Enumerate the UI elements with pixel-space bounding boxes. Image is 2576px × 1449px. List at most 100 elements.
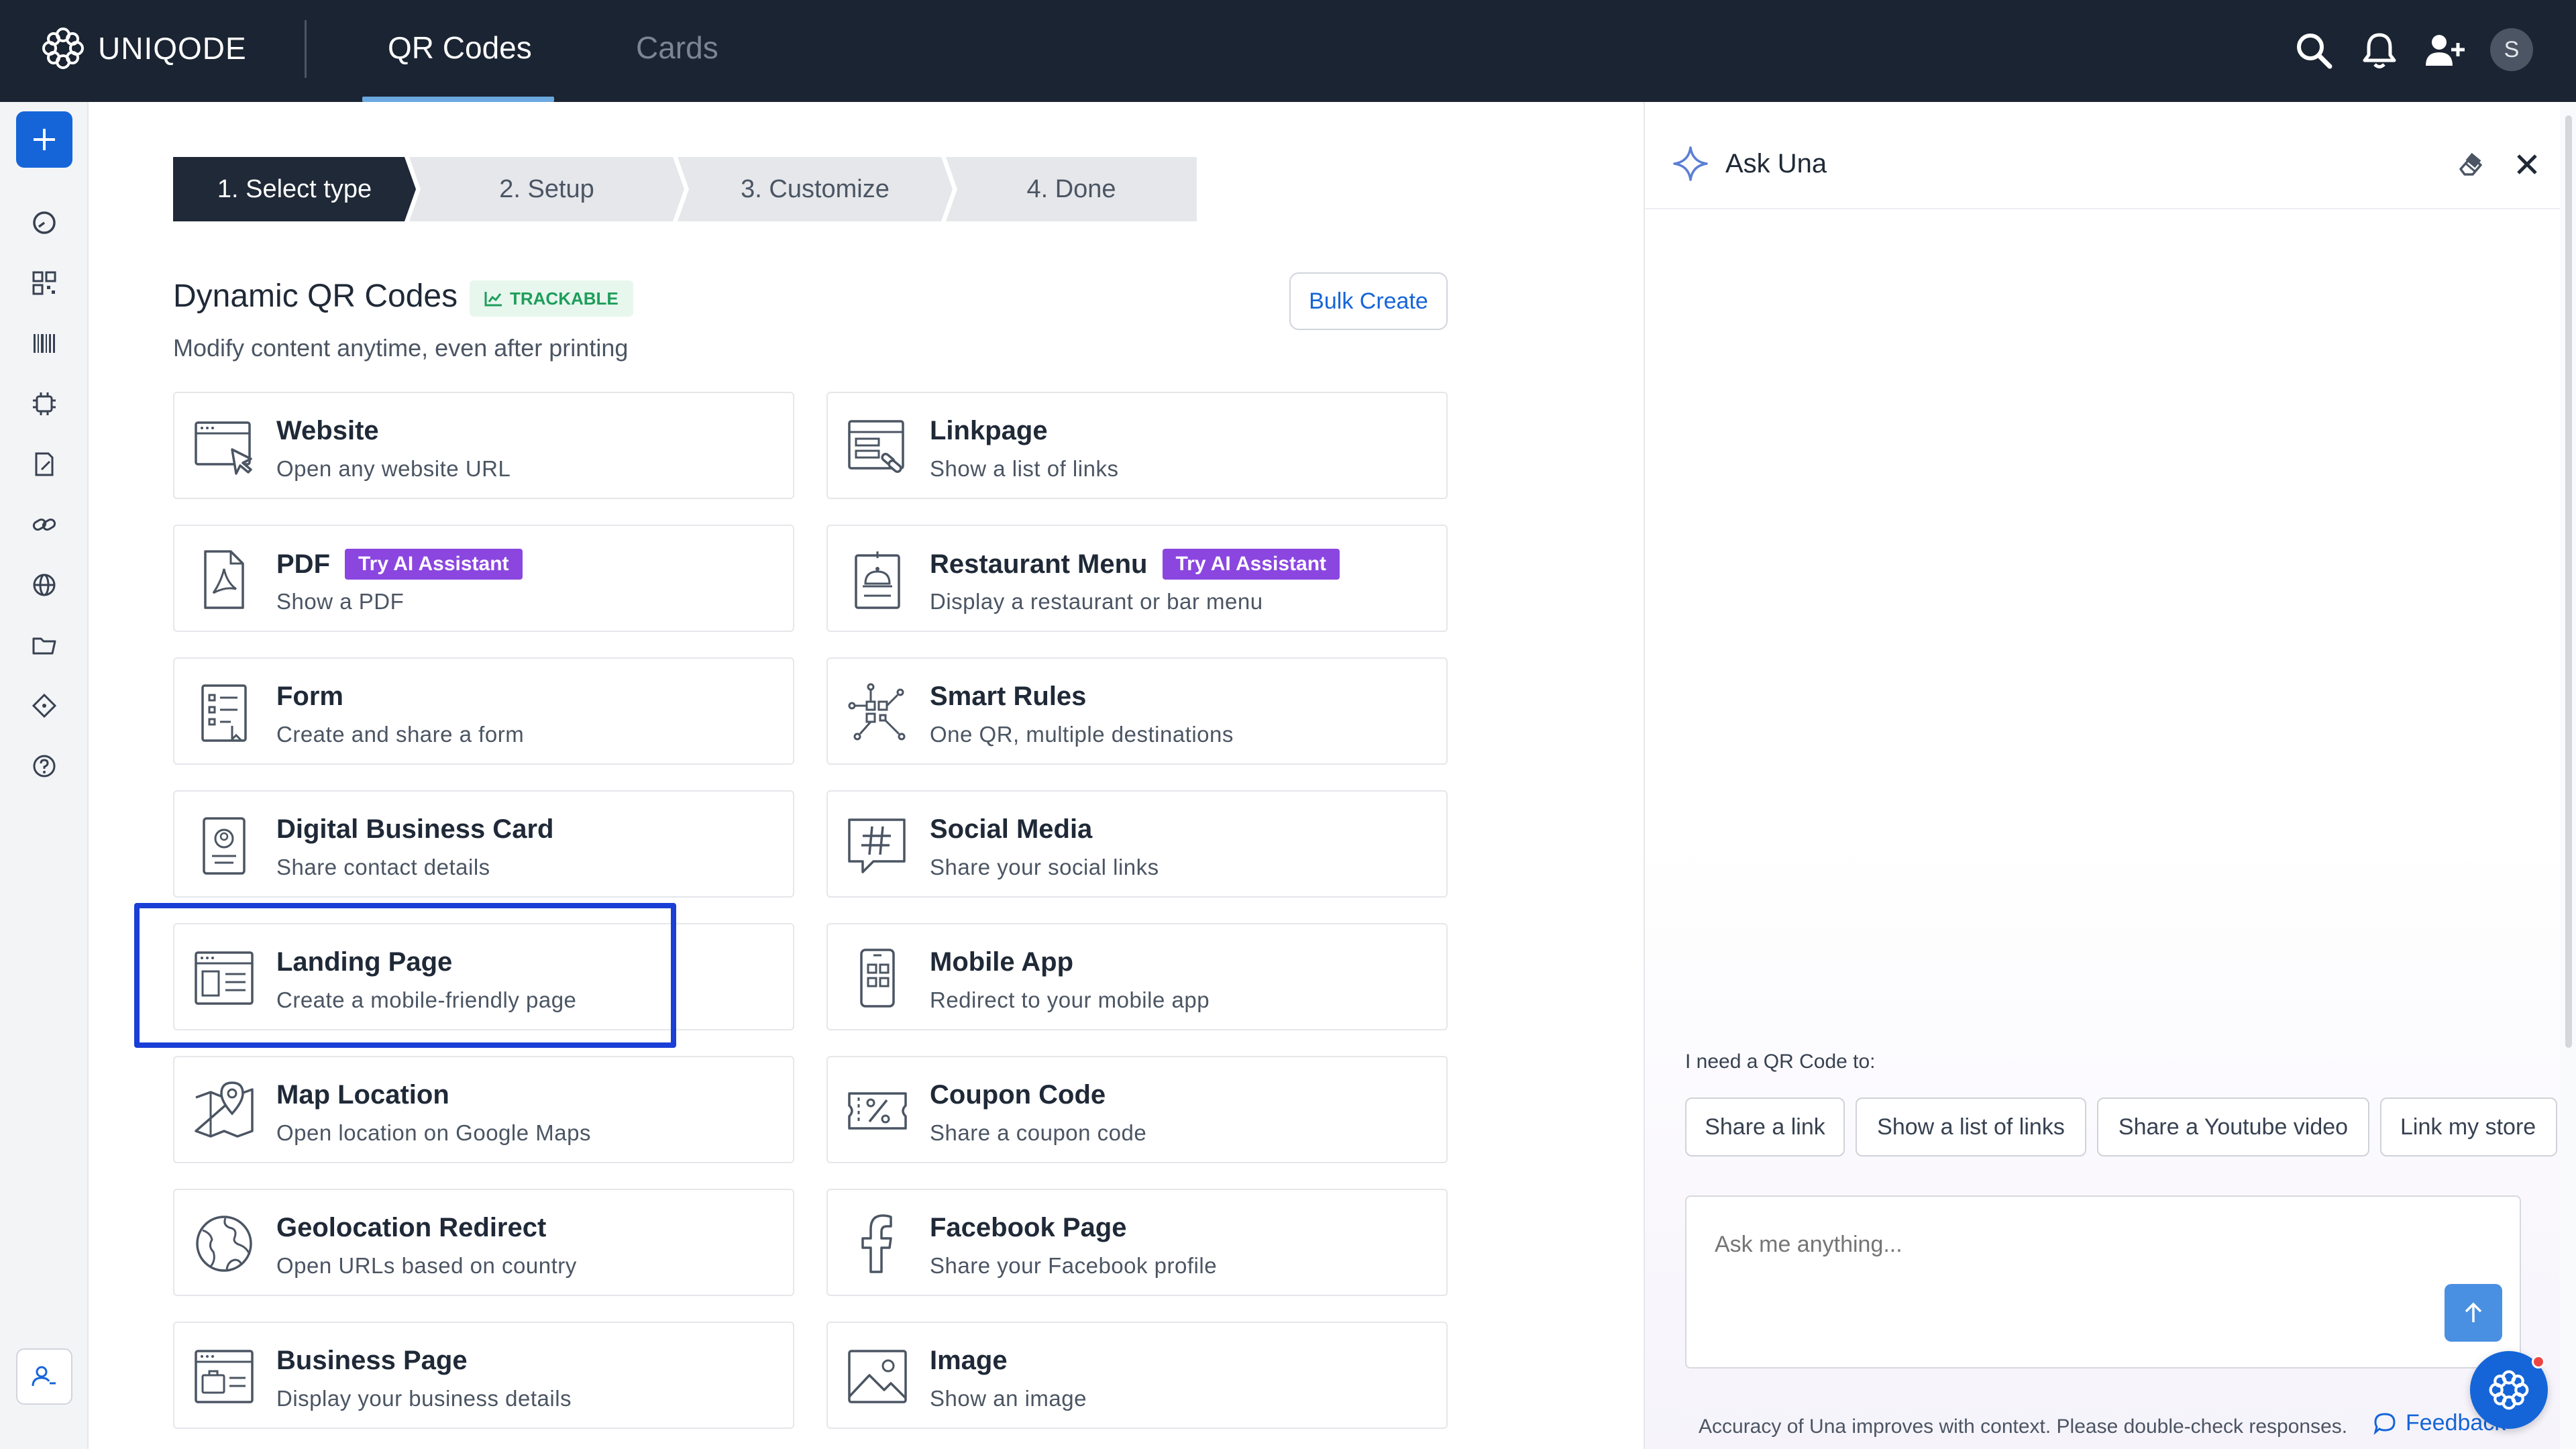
accuracy-disclaimer: Accuracy of Una improves with context. P… [1699,1415,2348,1438]
business-card-icon [203,817,246,875]
card-title: Facebook Page [930,1213,1127,1242]
qr-type-card-form[interactable]: Form Create and share a form [173,657,794,765]
folder-icon [32,637,56,655]
qr-type-card-restaurant-menu[interactable]: Restaurant Menu Try AI Assistant Display … [826,525,1448,632]
qr-type-card-linkpage[interactable]: Linkpage Show a list of links [826,392,1448,499]
card-title: Form [276,682,343,711]
send-button[interactable] [2445,1284,2502,1342]
edit-doc-icon [35,452,54,476]
qr-type-card-coupon-code[interactable]: Coupon Code Share a coupon code [826,1056,1448,1163]
business-page-icon [195,1350,254,1403]
qr-type-card-image[interactable]: Image Show an image [826,1322,1448,1429]
una-launcher-button[interactable] [2470,1351,2548,1429]
bulk-create-button[interactable]: Bulk Create [1289,272,1448,330]
bell-icon [2363,33,2396,68]
trackable-badge: TRACKABLE [470,280,633,317]
active-tab-indicator [362,97,554,102]
sidebar-item-tags[interactable] [28,690,60,722]
card-title: Restaurant Menu [930,549,1148,579]
ask-input-box[interactable] [1685,1195,2521,1368]
card-description: Create and share a form [276,722,525,747]
card-description: Create a mobile-friendly page [276,987,577,1012]
ai-chip-icon [33,392,56,415]
step-customize[interactable]: 3. Customize [678,157,953,221]
sidebar-item-domains[interactable] [28,569,60,601]
user-settings-icon [32,1366,56,1387]
pdf-icon [204,550,244,609]
sidebar-item-account[interactable] [16,1348,72,1405]
card-title: Geolocation Redirect [276,1213,547,1242]
user-avatar[interactable]: S [2490,28,2533,71]
add-user-icon [2426,35,2465,66]
qr-type-card-landing-page[interactable]: Landing Page Create a mobile-friendly pa… [173,923,794,1030]
step-select-type[interactable]: 1. Select type [173,157,416,221]
section-title: Dynamic QR Codes [173,278,458,314]
search-icon [2297,34,2332,69]
section-subtitle: Modify content anytime, even after print… [173,334,629,362]
panel-scrollbar-thumb[interactable] [2565,115,2572,1048]
try-ai-assistant-badge[interactable]: Try AI Assistant [345,549,523,580]
mobile-app-icon [860,949,895,1008]
suggestion-chip[interactable]: Share a Youtube video [2097,1097,2369,1157]
qr-type-card-digital-business-card[interactable]: Digital Business Card Share contact deta… [173,790,794,898]
suggestion-chip[interactable]: Share a link [1685,1097,1845,1157]
card-title: Digital Business Card [276,814,554,844]
uniqode-logo-icon [2489,1370,2529,1410]
chat-bubble-icon [2373,1412,2396,1435]
step-done[interactable]: 4. Done [946,157,1197,221]
suggestion-chip[interactable]: Link my store [2380,1097,2557,1157]
suggestion-chip[interactable]: Show a list of links [1856,1097,2086,1157]
link-icon [32,519,56,531]
qr-type-card-facebook-page[interactable]: Facebook Page Share your Facebook profil… [826,1189,1448,1296]
sidebar-item-dashboard[interactable] [28,207,60,239]
tab-qr-codes[interactable]: QR Codes [388,30,532,66]
sidebar-item-barcodes[interactable] [28,327,60,360]
sidebar-item-folders[interactable] [28,629,60,661]
sidebar-item-links[interactable] [28,508,60,541]
top-navigation-bar: UNIQODE QR Codes Cards S [0,0,2576,102]
invite-user-button[interactable] [2423,28,2467,72]
card-title: Landing Page [276,947,453,977]
sidebar-item-templates[interactable] [28,448,60,480]
qr-type-card-map-location[interactable]: Map Location Open location on Google Map… [173,1056,794,1163]
plus-icon [34,129,55,150]
brand-logo[interactable]: UNIQODE [40,25,247,71]
arrow-up-icon [2465,1302,2482,1322]
qr-type-card-social-media[interactable]: Social Media Share your social links [826,790,1448,898]
qr-type-card-mobile-app[interactable]: Mobile App Redirect to your mobile app [826,923,1448,1030]
globe-icon [33,574,56,596]
qr-type-card-business-page[interactable]: Business Page Display your business deta… [173,1322,794,1429]
create-new-button[interactable] [16,111,72,168]
qr-type-card-smart-rules[interactable]: Smart Rules One QR, multiple destination… [826,657,1448,765]
dashboard-icon [33,211,56,234]
website-cursor-icon [195,421,252,475]
linkpage-icon [848,420,904,473]
sidebar-item-ai[interactable] [28,388,60,420]
card-title: Linkpage [930,416,1048,445]
step-setup[interactable]: 2. Setup [409,157,684,221]
qr-type-card-website[interactable]: Website Open any website URL [173,392,794,499]
card-title: Smart Rules [930,682,1087,711]
card-description: Share your social links [930,855,1159,879]
tab-cards[interactable]: Cards [636,30,718,66]
search-button[interactable] [2292,28,2336,72]
sidebar-item-help[interactable] [28,750,60,782]
hashtag-icon [848,818,906,873]
card-description: Open location on Google Maps [276,1120,591,1145]
map-pin-icon [195,1081,254,1138]
coupon-icon [848,1092,907,1130]
try-ai-assistant-badge[interactable]: Try AI Assistant [1162,549,1340,580]
ask-input[interactable] [1715,1232,2385,1258]
uniqode-logo-icon [42,28,84,69]
qr-type-card-pdf[interactable]: PDF Try AI Assistant Show a PDF [173,525,794,632]
card-description: Redirect to your mobile app [930,987,1210,1012]
card-description: Share a coupon code [930,1120,1147,1145]
card-description: Show an image [930,1386,1087,1411]
notifications-button[interactable] [2357,28,2402,72]
card-title: PDF [276,549,330,579]
form-icon [201,684,247,742]
sidebar-item-qr-codes[interactable] [28,267,60,299]
restaurant-menu-icon [855,551,900,609]
card-title: Social Media [930,814,1093,844]
qr-type-card-geolocation-redirect[interactable]: Geolocation Redirect Open URLs based on … [173,1189,794,1296]
